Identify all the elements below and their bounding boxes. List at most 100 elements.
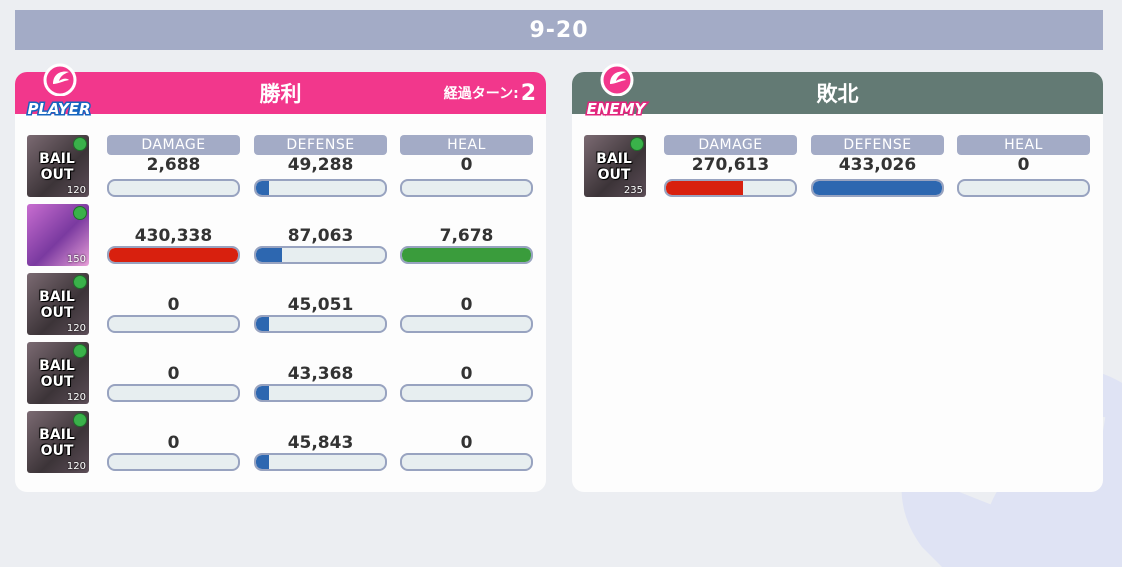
damage-stat: DAMAGE 2,688 bbox=[107, 135, 240, 197]
turns-label: 経過ターン: bbox=[443, 86, 519, 102]
damage-value: 0 bbox=[167, 364, 180, 384]
defense-bar-fill bbox=[813, 181, 942, 195]
element-gem-icon bbox=[73, 413, 87, 427]
player-unit-portrait[interactable]: BAIL OUT 120 bbox=[27, 342, 89, 404]
heal-stat: HEAL 0 bbox=[400, 135, 533, 197]
bail-out-label: BAIL OUT bbox=[39, 358, 75, 390]
player-unit-row: BAIL OUT 120 DAMAGE 2,688 DEFENSE 49,288 HEAL 0 bbox=[15, 135, 546, 199]
damage-bar-fill bbox=[109, 248, 238, 262]
defense-bar bbox=[254, 315, 387, 333]
stage-number: 9-20 bbox=[529, 17, 589, 43]
player-unit-row: 150 430,338 87,063 7,678 bbox=[15, 204, 546, 268]
damage-value: 270,613 bbox=[691, 155, 770, 175]
defense-stat: DEFENSE 49,288 bbox=[254, 135, 387, 197]
damage-value: 0 bbox=[167, 433, 180, 453]
damage-bar bbox=[107, 246, 240, 264]
heal-bar-fill bbox=[402, 248, 531, 262]
player-badge-label: PLAYER bbox=[27, 100, 91, 118]
defense-stat: DEFENSE 433,026 bbox=[811, 135, 944, 197]
enemy-badge-label: ENEMY bbox=[586, 100, 646, 118]
heal-value: 0 bbox=[460, 364, 473, 384]
defense-value: 45,843 bbox=[287, 433, 354, 453]
player-badge: PLAYER PLAYER bbox=[15, 60, 103, 122]
defense-value: 433,026 bbox=[838, 155, 917, 175]
damage-value: 430,338 bbox=[134, 226, 213, 246]
heal-label: HEAL bbox=[957, 135, 1090, 155]
defense-value: 87,063 bbox=[287, 226, 354, 246]
element-gem-icon bbox=[73, 206, 87, 220]
unit-level: 120 bbox=[66, 461, 86, 472]
element-gem-icon bbox=[630, 137, 644, 151]
heal-stat: HEAL 0 bbox=[957, 135, 1090, 197]
bail-out-label: BAIL OUT bbox=[39, 289, 75, 321]
enemy-panel: 敗北 BAIL OUT 235 DAMAGE 270,613 DEFENSE 433,026… bbox=[572, 72, 1103, 492]
element-gem-icon bbox=[73, 275, 87, 289]
unit-level: 120 bbox=[66, 185, 86, 196]
heal-value: 7,678 bbox=[439, 226, 494, 246]
enemy-unit-row: BAIL OUT 235 DAMAGE 270,613 DEFENSE 433,026 HEA… bbox=[572, 135, 1103, 199]
wing-icon bbox=[43, 63, 77, 96]
turn-counter: 経過ターン: 2 bbox=[444, 72, 536, 114]
defense-bar-fill bbox=[256, 455, 269, 469]
heal-bar bbox=[400, 453, 533, 471]
defense-bar bbox=[811, 179, 944, 197]
player-result: 勝利 bbox=[259, 82, 302, 106]
defense-bar-fill bbox=[256, 248, 282, 262]
damage-bar bbox=[107, 384, 240, 402]
heal-stat: 0 bbox=[400, 411, 533, 473]
heal-bar bbox=[957, 179, 1090, 197]
player-unit-row: BAIL OUT 120 0 45,051 0 bbox=[15, 273, 546, 337]
player-unit-row: BAIL OUT 120 0 45,843 0 bbox=[15, 411, 546, 475]
damage-bar bbox=[107, 315, 240, 333]
player-unit-portrait[interactable]: BAIL OUT 120 bbox=[27, 411, 89, 473]
damage-bar-fill bbox=[666, 181, 744, 195]
defense-value: 43,368 bbox=[287, 364, 354, 384]
heal-value: 0 bbox=[460, 295, 473, 315]
heal-bar bbox=[400, 384, 533, 402]
defense-stat: 43,368 bbox=[254, 342, 387, 404]
heal-value: 0 bbox=[460, 433, 473, 453]
player-unit-portrait[interactable]: BAIL OUT 120 bbox=[27, 135, 89, 197]
defense-bar bbox=[254, 246, 387, 264]
defense-label: DEFENSE bbox=[811, 135, 944, 155]
damage-stat: 0 bbox=[107, 273, 240, 335]
defense-bar-fill bbox=[256, 181, 269, 195]
damage-bar bbox=[107, 179, 240, 197]
defense-bar bbox=[254, 384, 387, 402]
heal-bar bbox=[400, 179, 533, 197]
heal-stat: 7,678 bbox=[400, 204, 533, 266]
heal-bar bbox=[400, 246, 533, 264]
heal-label: HEAL bbox=[400, 135, 533, 155]
unit-level: 235 bbox=[623, 185, 643, 196]
enemy-badge: ENEMY ENEMY bbox=[572, 60, 660, 122]
player-panel: 勝利 経過ターン: 2 BAIL OUT 120 DAMAGE 2,688 DEFENSE… bbox=[15, 72, 546, 492]
defense-value: 45,051 bbox=[287, 295, 354, 315]
damage-stat: 0 bbox=[107, 342, 240, 404]
defense-value: 49,288 bbox=[287, 155, 354, 175]
damage-stat: 430,338 bbox=[107, 204, 240, 266]
enemy-unit-portrait[interactable]: BAIL OUT 235 bbox=[584, 135, 646, 197]
player-unit-portrait[interactable]: BAIL OUT 120 bbox=[27, 273, 89, 335]
defense-bar bbox=[254, 179, 387, 197]
defense-label: DEFENSE bbox=[254, 135, 387, 155]
damage-value: 2,688 bbox=[146, 155, 201, 175]
battle-result-screen: { "stage": "9-20", "colors": { "damage":… bbox=[0, 0, 1122, 567]
stage-title-bar: 9-20 bbox=[15, 10, 1103, 50]
player-unit-portrait[interactable]: 150 bbox=[27, 204, 89, 266]
bail-out-label: BAIL OUT bbox=[596, 151, 632, 183]
unit-level: 120 bbox=[66, 323, 86, 334]
damage-label: DAMAGE bbox=[107, 135, 240, 155]
damage-stat: 0 bbox=[107, 411, 240, 473]
element-gem-icon bbox=[73, 344, 87, 358]
damage-bar bbox=[664, 179, 797, 197]
heal-value: 0 bbox=[1017, 155, 1030, 175]
player-unit-row: BAIL OUT 120 0 43,368 0 bbox=[15, 342, 546, 406]
heal-value: 0 bbox=[460, 155, 473, 175]
wing-icon bbox=[600, 63, 634, 96]
defense-stat: 45,051 bbox=[254, 273, 387, 335]
turns-value: 2 bbox=[520, 80, 536, 106]
damage-value: 0 bbox=[167, 295, 180, 315]
defense-bar bbox=[254, 453, 387, 471]
defense-bar-fill bbox=[256, 317, 269, 331]
unit-level: 120 bbox=[66, 392, 86, 403]
